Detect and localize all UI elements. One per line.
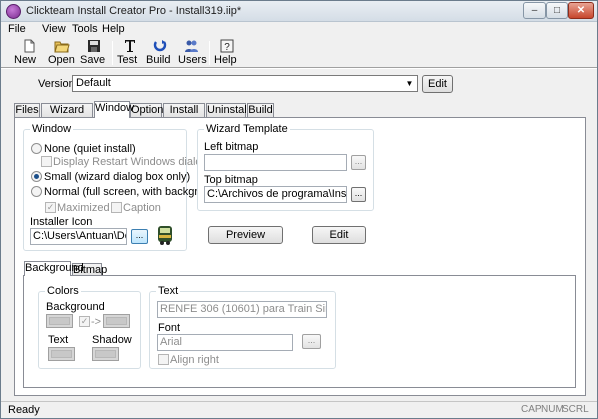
minimize-button[interactable]: – [523, 2, 546, 19]
build-icon [153, 40, 167, 52]
title-bar[interactable]: Clickteam Install Creator Pro - Install3… [1, 1, 597, 22]
text-color-label: Text [48, 334, 69, 346]
wizard-template-title: Wizard Template [204, 123, 290, 135]
svg-text:?: ? [224, 42, 230, 53]
gradient-arrow-label: -> [91, 316, 102, 328]
tab-background[interactable]: Background [24, 261, 84, 276]
users-button[interactable]: Users [178, 38, 207, 67]
application-window: Clickteam Install Creator Pro - Install3… [0, 0, 598, 419]
text-field[interactable]: RENFE 306 (10601) para Train Simulator (… [157, 301, 327, 318]
small-radio[interactable] [31, 171, 42, 182]
tab-wizard-texts[interactable]: Wizard Texts [41, 103, 93, 129]
version-value: Default [76, 77, 111, 89]
display-restart-checkbox[interactable] [41, 156, 52, 167]
menu-tools[interactable]: Tools [72, 23, 98, 35]
version-edit-button[interactable]: Edit [422, 75, 453, 93]
save-label: Save [80, 54, 106, 66]
normal-radio[interactable] [31, 186, 42, 197]
small-radio-label: Small (wizard dialog box only) [44, 171, 191, 183]
background-color-label: Background [46, 301, 105, 313]
build-label: Build [146, 54, 171, 66]
text-color-swatch[interactable] [48, 347, 75, 361]
font-label: Font [158, 322, 181, 334]
tab-window[interactable]: Window [94, 101, 134, 118]
gradient-color-swatch[interactable] [103, 314, 130, 328]
status-bar: Ready CAP NUM SCRL [1, 401, 597, 418]
tab-uninstaller[interactable]: Uninstaller [206, 103, 259, 117]
tab-build[interactable]: Build [247, 103, 274, 117]
maximize-button[interactable]: □ [546, 2, 568, 19]
scroll-lock-indicator: SCRL [562, 404, 589, 415]
caps-lock-indicator: CAP [521, 404, 542, 415]
caption-checkbox[interactable] [111, 202, 122, 213]
menu-help[interactable]: Help [102, 23, 125, 35]
text-group-title: Text [156, 285, 181, 297]
window-title: Clickteam Install Creator Pro - Install3… [26, 5, 242, 17]
dropdown-arrow-icon[interactable]: ▼ [403, 77, 416, 90]
help-icon: ? [220, 39, 234, 53]
users-label: Users [178, 54, 207, 66]
none-radio[interactable] [31, 143, 42, 154]
edit-button[interactable]: Edit [312, 226, 366, 244]
open-label: Open [48, 54, 75, 66]
align-right-checkbox[interactable] [158, 354, 169, 365]
help-button[interactable]: ? Help [214, 38, 240, 67]
installer-icon-label: Installer Icon [30, 216, 93, 228]
shadow-color-swatch[interactable] [92, 347, 119, 361]
tab-files[interactable]: Files [14, 103, 40, 117]
open-folder-icon [54, 41, 70, 53]
test-button[interactable]: Test [117, 38, 143, 67]
open-button[interactable]: Open [48, 38, 76, 67]
train-icon [158, 226, 172, 245]
close-button[interactable]: ✕ [568, 2, 594, 19]
test-label: Test [117, 54, 138, 66]
align-right-label: Align right [170, 354, 219, 366]
font-field[interactable]: Arial [157, 334, 293, 351]
new-button[interactable]: New [14, 38, 44, 67]
installer-icon-field[interactable]: C:\Users\Antuan\Documen [30, 228, 127, 245]
none-radio-label: None (quiet install) [44, 143, 136, 155]
test-t-icon [125, 40, 135, 52]
new-document-icon [24, 39, 35, 53]
top-bitmap-browse-button[interactable]: ... [351, 187, 366, 202]
num-lock-indicator: NUM [541, 404, 564, 415]
tab-options[interactable]: Options [130, 103, 169, 117]
maximized-checkbox[interactable]: ✓ [45, 202, 56, 213]
maximized-label: Maximized [57, 202, 110, 214]
preview-button[interactable]: Preview [208, 226, 283, 244]
toolbar-separator [209, 41, 210, 65]
top-bitmap-label: Top bitmap [204, 174, 258, 186]
caption-label: Caption [123, 202, 161, 214]
version-select[interactable]: Default ▼ [72, 75, 418, 92]
shadow-color-label: Shadow [92, 334, 132, 346]
menu-file[interactable]: File [8, 23, 26, 35]
users-icon [185, 40, 198, 52]
left-bitmap-field[interactable] [204, 154, 347, 171]
left-bitmap-label: Left bitmap [204, 141, 259, 153]
gradient-checkbox[interactable]: ✓ [79, 316, 90, 327]
status-text: Ready [8, 404, 40, 416]
build-button[interactable]: Build [146, 38, 174, 67]
colors-group-title: Colors [45, 285, 81, 297]
font-browse-button[interactable]: ... [302, 334, 321, 349]
installer-icon-browse-button[interactable]: ... [131, 229, 148, 244]
toolbar-separator [112, 41, 113, 65]
window-group-title: Window [30, 123, 74, 135]
toolbar-divider [1, 67, 597, 69]
menu-view[interactable]: View [42, 23, 66, 35]
left-bitmap-browse-button[interactable]: ... [351, 155, 366, 170]
menu-bar: File View Tools Help [1, 22, 597, 38]
help-label: Help [214, 54, 237, 66]
background-color-swatch[interactable] [46, 314, 73, 328]
save-disk-icon [88, 40, 100, 52]
new-label: New [14, 54, 37, 66]
top-bitmap-field[interactable]: C:\Archivos de programa\Install Creator … [204, 186, 347, 203]
app-logo-icon [6, 4, 21, 19]
toolbar: New Open Save Test Build Users ? Help [1, 38, 597, 67]
save-button[interactable]: Save [80, 38, 108, 67]
tab-install-info[interactable]: Install info [163, 103, 205, 129]
